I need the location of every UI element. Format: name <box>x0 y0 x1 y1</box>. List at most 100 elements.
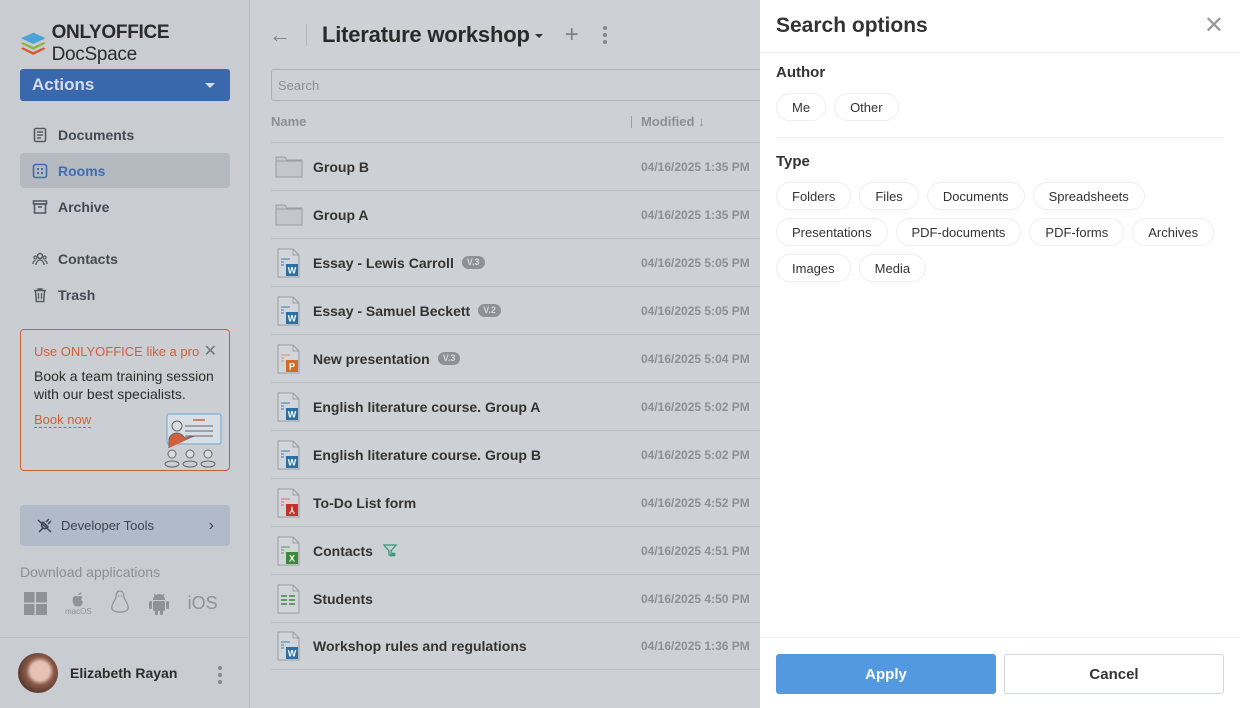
promo-banner: Use ONLYOFFICE like a pro ✕ Book a team … <box>20 329 230 471</box>
book-now-link[interactable]: Book now <box>34 412 92 428</box>
ios-icon[interactable]: iOS <box>188 593 218 614</box>
search-field[interactable] <box>271 69 771 101</box>
version-badge[interactable]: V.3 <box>461 256 485 269</box>
close-icon[interactable]: ✕ <box>1204 14 1224 38</box>
apply-button[interactable]: Apply <box>776 654 996 694</box>
table-row[interactable]: W Essay - Samuel Beckett V.2 04/16/2025 5:0… <box>271 286 761 334</box>
windows-icon[interactable] <box>24 591 47 615</box>
version-badge[interactable]: V.3 <box>437 352 461 365</box>
panel-title: Search options <box>776 14 928 37</box>
svg-text:W: W <box>288 649 297 659</box>
type-chip-presentations[interactable]: Presentations <box>776 218 888 246</box>
modified-date: 04/16/2025 4:50 PM <box>641 591 750 606</box>
cancel-button[interactable]: Cancel <box>1004 654 1224 694</box>
close-icon[interactable]: ✕ <box>204 344 217 360</box>
sidebar: ONLYOFFICE DocSpace Actions Documents Ro… <box>0 0 250 708</box>
more-options-icon[interactable] <box>602 26 607 44</box>
author-options: Me Other <box>776 93 1228 121</box>
column-resize-handle[interactable] <box>631 116 632 128</box>
table-row[interactable]: Group A 04/16/2025 1:35 PM <box>271 190 761 238</box>
chevron-right-icon: › <box>208 516 214 534</box>
svg-text:P: P <box>289 361 295 371</box>
download-title: Download applications <box>20 564 161 580</box>
file-name: English literature course. Group A <box>313 398 541 415</box>
author-chip-other[interactable]: Other <box>834 93 899 121</box>
developer-tools-label: Developer Tools <box>61 518 154 533</box>
actions-button[interactable]: Actions <box>20 69 230 101</box>
modified-date: 04/16/2025 5:02 PM <box>641 447 750 462</box>
table-header: Name Modified ↓ <box>271 114 761 134</box>
modified-date: 04/16/2025 5:05 PM <box>641 255 750 270</box>
promo-title: Use ONLYOFFICE like a pro <box>34 344 200 359</box>
nav-secondary: Contacts Trash <box>20 241 230 313</box>
type-chip-documents[interactable]: Documents <box>926 182 1025 210</box>
pptx-file-icon: P <box>273 343 305 375</box>
type-chip-pdf-forms[interactable]: PDF-forms <box>1029 218 1125 246</box>
type-chip-pdf-documents[interactable]: PDF-documents <box>895 218 1022 246</box>
modified-date: 04/16/2025 5:04 PM <box>641 351 750 366</box>
modified-date: 04/16/2025 1:35 PM <box>641 207 750 222</box>
table-row[interactable]: W English literature course. Group B 04/16… <box>271 430 761 478</box>
docx-file-icon: W <box>273 439 305 471</box>
sidebar-item-label: Contacts <box>58 250 118 267</box>
table-row[interactable]: ⅄ To-Do List form 04/16/2025 4:52 PM <box>271 478 761 526</box>
type-chip-images[interactable]: Images <box>776 254 851 282</box>
form-filling-icon[interactable] <box>382 543 397 558</box>
table-row[interactable]: X Contacts 04/16/2025 4:51 PM <box>271 526 761 574</box>
type-chip-files[interactable]: Files <box>859 182 919 210</box>
type-chip-folders[interactable]: Folders <box>776 182 852 210</box>
type-chip-media[interactable]: Media <box>858 254 927 282</box>
folder-icon <box>273 199 305 231</box>
back-arrow-icon[interactable]: ← <box>269 22 291 48</box>
svg-text:X: X <box>289 553 295 563</box>
table-row[interactable]: P New presentation V.3 04/16/2025 5:04 PM <box>271 334 761 382</box>
column-name[interactable]: Name <box>271 114 306 129</box>
sidebar-item-label: Documents <box>58 126 135 143</box>
developer-tools-button[interactable]: Developer Tools › <box>20 505 230 546</box>
avatar[interactable] <box>18 653 58 693</box>
android-icon[interactable] <box>148 591 170 615</box>
search-input[interactable] <box>278 77 764 93</box>
sidebar-item-trash[interactable]: Trash <box>20 277 230 312</box>
svg-text:W: W <box>288 313 297 323</box>
sidebar-item-documents[interactable]: Documents <box>20 117 230 152</box>
sidebar-item-archive[interactable]: Archive <box>20 189 230 224</box>
docx-file-icon: W <box>273 295 305 327</box>
author-chip-me[interactable]: Me <box>776 93 827 121</box>
sidebar-item-rooms[interactable]: Rooms <box>20 153 230 188</box>
type-chip-spreadsheets[interactable]: Spreadsheets <box>1032 182 1145 210</box>
table-row[interactable]: W Workshop rules and regulations 04/16/202… <box>271 622 761 670</box>
main-content: ← Literature workshop + Name Modified ↓ … <box>251 0 771 708</box>
room-title[interactable]: Literature workshop <box>322 22 530 48</box>
file-name: Group A <box>313 206 369 223</box>
table-row[interactable]: Students 04/16/2025 4:50 PM <box>271 574 761 622</box>
file-name: New presentation <box>313 350 430 367</box>
onlyoffice-logo-icon <box>20 32 46 55</box>
linux-icon[interactable] <box>110 590 130 616</box>
sidebar-item-label: Archive <box>58 198 110 215</box>
version-badge[interactable]: V.2 <box>478 304 501 317</box>
table-row[interactable]: W English literature course. Group A 04/16… <box>271 382 761 430</box>
logo-product: DocSpace <box>51 44 138 65</box>
pdf-form-icon: ⅄ <box>273 487 305 519</box>
user-profile[interactable]: Elizabeth Rayan <box>0 637 250 708</box>
csv-file-icon <box>273 583 305 615</box>
modified-date: 04/16/2025 1:36 PM <box>641 639 750 653</box>
table-row[interactable]: W Essay - Lewis Carroll V.3 04/16/2025 5:05… <box>271 238 761 286</box>
column-modified[interactable]: Modified ↓ <box>641 114 705 129</box>
file-name: Essay - Samuel Beckett <box>313 302 471 319</box>
plus-icon[interactable]: + <box>565 21 579 49</box>
sidebar-item-contacts[interactable]: Contacts <box>20 241 230 276</box>
type-chip-archives[interactable]: Archives <box>1132 218 1215 246</box>
modified-date: 04/16/2025 5:05 PM <box>641 303 750 318</box>
room-header: ← Literature workshop + <box>269 20 607 50</box>
macos-icon[interactable]: macOS <box>65 590 92 616</box>
archive-icon <box>32 199 48 214</box>
user-menu-icon[interactable] <box>218 666 222 684</box>
search-options-panel: Search options ✕ Author Me Other Type Fol… <box>760 0 1240 708</box>
table-row[interactable]: Group B 04/16/2025 1:35 PM <box>271 142 761 190</box>
modified-date: 04/16/2025 1:35 PM <box>641 159 750 174</box>
logo[interactable]: ONLYOFFICE DocSpace <box>20 22 249 66</box>
caret-down-icon[interactable] <box>534 34 543 38</box>
rooms-icon <box>32 163 48 178</box>
